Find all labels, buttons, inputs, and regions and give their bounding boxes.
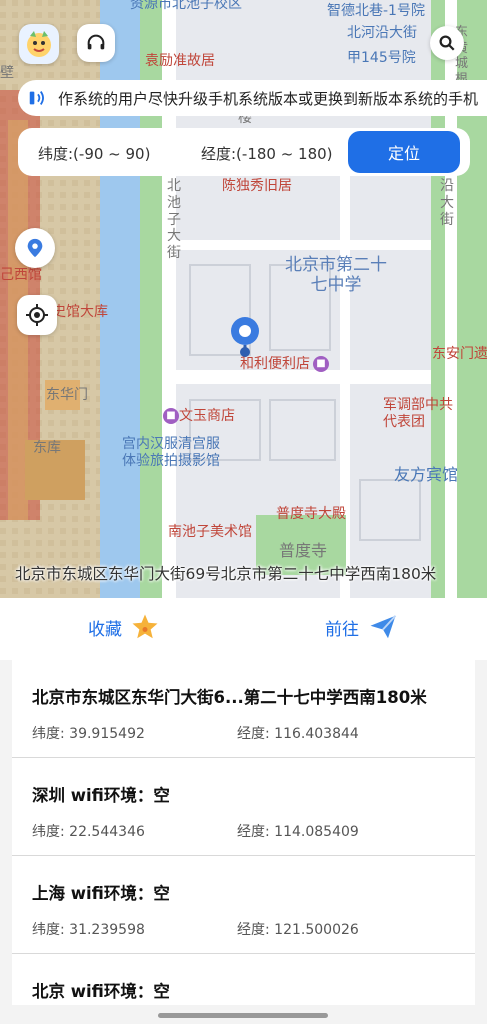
favorite-button[interactable]: 收藏 [88, 612, 160, 642]
poi-label: 壁 [0, 65, 14, 81]
list-item[interactable]: 北京 wifi环境：空 [12, 954, 475, 1005]
notice-banner: 作系统的用户尽快升级手机系统版本或更换到新版本系统的手机 [18, 80, 487, 116]
lng-label: 经度: [237, 726, 270, 742]
star-icon [132, 614, 158, 639]
map-view[interactable]: 资源市北池子校区 智德北巷-1号院 北河沿大街 甲145号院 袁励准故居 楼 陈… [0, 0, 487, 598]
lng-label: 经度: [237, 922, 270, 938]
item-title: 上海 wifi环境：空 [32, 884, 170, 903]
crosshair-icon [26, 304, 48, 326]
poi-label: ■ 文玉商店 [160, 408, 235, 425]
list-item[interactable]: 上海 wifi环境：空 纬度: 31.239598 经度: 121.500026 [12, 856, 475, 954]
lat-value: 39.915492 [69, 726, 145, 742]
paper-plane-icon [370, 615, 397, 639]
poi-label: 东安门遗 [432, 346, 487, 362]
map-pin-icon [27, 238, 43, 258]
coordinate-panel: 纬度:(-90 ~ 90) 经度:(-180 ~ 180) 定位 [18, 128, 470, 176]
lng-value: 114.085409 [274, 824, 359, 840]
dragon-icon [27, 31, 51, 57]
goto-button[interactable]: 前往 [325, 612, 399, 642]
poi-wenyu-label: 文玉商店 [179, 408, 235, 424]
poi-label: 南池子美术馆 [168, 524, 252, 540]
item-title: 北京市东城区东华门大街6...第二十七中学西南180米 [32, 688, 427, 707]
lat-label: 纬度: [32, 922, 65, 938]
lat-label: 纬度: [32, 824, 65, 840]
poi-label: 东华门 [46, 387, 88, 403]
shop-icon: ■ [313, 356, 329, 372]
action-bar: 收藏 前往 [0, 598, 487, 660]
poi-label: 东库 [33, 440, 61, 456]
customer-service-button[interactable] [77, 24, 115, 62]
my-location-button[interactable] [17, 295, 57, 335]
poi-label: 北河沿大街 [347, 25, 417, 41]
poi-label: 陈独秀旧居 [222, 178, 292, 194]
location-pin-icon [228, 316, 262, 366]
item-title: 深圳 wifi环境：空 [32, 786, 170, 805]
latitude-input[interactable]: 纬度:(-90 ~ 90) [38, 143, 150, 164]
speaker-icon [18, 87, 58, 109]
map-address-overlay: 北京市东城区东华门大街69号北京市第二十七中学西南180米 [15, 565, 437, 583]
headset-icon [87, 34, 105, 50]
list-item[interactable]: 北京市东城区东华门大街6...第二十七中学西南180米 纬度: 39.91549… [12, 660, 475, 758]
lat-label: 纬度: [32, 726, 65, 742]
poi-label: 沿大街 [440, 178, 454, 228]
location-marker-button[interactable] [15, 228, 55, 268]
poi-label: 智德北巷-1号院 [327, 3, 425, 19]
location-list: 北京市东城区东华门大街6...第二十七中学西南180米 纬度: 39.91549… [12, 660, 475, 1005]
goto-label: 前往 [325, 619, 359, 640]
item-title: 北京 wifi环境：空 [32, 982, 170, 1001]
lng-value: 116.403844 [274, 726, 359, 742]
poi-label: 甲145号院 [347, 50, 416, 66]
poi-label: 北池子大街 [167, 178, 181, 262]
poi-label: 己西馆 [0, 267, 42, 283]
poi-label: 袁励准故居 [145, 53, 215, 69]
poi-label: 普度寺 [279, 541, 328, 560]
shop-icon: ■ [163, 408, 179, 424]
poi-label: 普度寺大殿 [276, 506, 346, 522]
list-item[interactable]: 深圳 wifi环境：空 纬度: 22.544346 经度: 114.085409 [12, 758, 475, 856]
poi-label: 资源市北池子校区 [130, 0, 242, 12]
lat-value: 22.544346 [69, 824, 145, 840]
poi-label: 友方宾馆 [394, 465, 459, 484]
home-indicator[interactable] [158, 1013, 328, 1018]
favorite-label: 收藏 [88, 619, 122, 640]
lng-label: 经度: [237, 824, 270, 840]
lng-value: 121.500026 [274, 922, 359, 938]
longitude-input[interactable]: 经度:(-180 ~ 180) [201, 143, 333, 164]
notice-text: 作系统的用户尽快升级手机系统版本或更换到新版本系统的手机 [58, 89, 479, 108]
search-icon [439, 35, 455, 51]
poi-label: 军调部中共代表团 [383, 397, 453, 430]
lat-value: 31.239598 [69, 922, 145, 938]
poi-label: 史馆大库 [52, 304, 108, 320]
poi-label: 宫内汉服清宫服体验旅拍摄影馆 [122, 436, 220, 469]
map-search-button[interactable] [430, 26, 464, 60]
poi-label: 北京市第二十七中学 [285, 255, 387, 296]
locate-button[interactable]: 定位 [348, 131, 460, 173]
avatar[interactable] [19, 24, 59, 64]
